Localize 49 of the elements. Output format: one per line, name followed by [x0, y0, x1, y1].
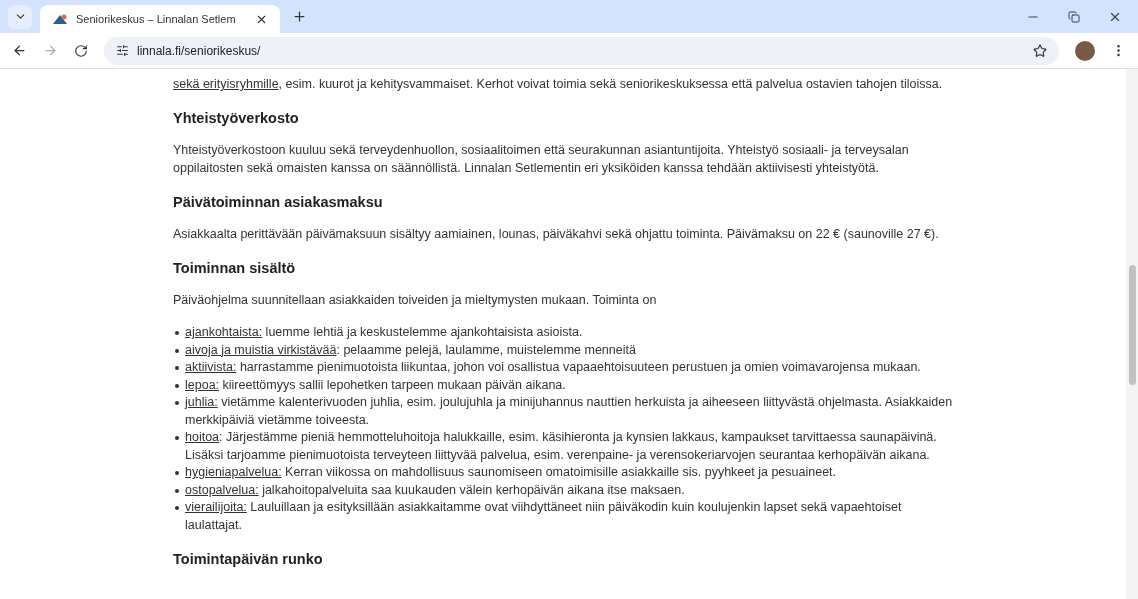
list-item-text: aivoja ja muistia virkistävää: pelaamme pelejä, laulamme, muistelemme menneitä — [185, 341, 636, 359]
new-tab-icon[interactable] — [292, 9, 307, 24]
list-item-text: hoitoa: Järjestämme pieniä hemmotteluhoitoja halukkaille, esim. käsihieronta ja kynsien lakkaus, kampaukset tarvittaessa saunapäivinä. Lisäksi tarjoamme pienimuotoista terveyteen liittyvää palvelua, esim. verenpaine- ja verensokeriarvojen seurantaa kerhopäivän aikana. — [185, 429, 938, 464]
bullet-icon — [175, 366, 179, 370]
site-logo-icon — [52, 13, 68, 25]
bullet-icon — [175, 348, 179, 353]
bookmark-star-icon[interactable] — [1033, 43, 1047, 58]
paragraph: Päiväohjelma suunnitellaan asiakkaiden toiveiden ja mieltymysten mukaan. Toiminta on — [173, 292, 658, 309]
list-item-text: aktiivista: harrastamme pienimuotoista liikuntaa, johon voi osallistua vapaaehtoisuuteen perustuen ja omien voimavarojensa mukaan. — [185, 359, 921, 376]
section-heading: Toimintapäivän runko — [173, 550, 324, 568]
bullet-icon — [175, 488, 179, 493]
list-item-text: ajankohtaista: luemme lehtiä ja keskustelemme ajankohtaisista asioista. — [185, 324, 583, 341]
bullet-icon — [175, 401, 179, 405]
bullet-icon — [175, 331, 179, 335]
browser-tab[interactable]: Seniorikeskus – Linnalan Setlem — [40, 5, 280, 33]
site-info-icon[interactable] — [116, 44, 129, 57]
scrollbar-thumb[interactable] — [1128, 265, 1136, 385]
address-bar[interactable]: linnala.fi/seniorikeskus/ — [104, 36, 1059, 65]
reload-icon[interactable] — [74, 43, 88, 58]
paragraph: Yhteistyöverkostoon kuuluu sekä terveydenhuollon, sosiaalitoimen että seurakunnan asiantuntijoita. Yhteistyö sosiaali- ja terveysalan oppilaitosten sekä omaisten kanssa on säännöllistä. Linnalan Setlementin eri yksiköiden kanssa tehdään aktiivisesti yhteistyötä. — [173, 142, 910, 177]
bullet-icon — [175, 506, 179, 510]
url-text: linnala.fi/seniorikeskus/ — [137, 42, 261, 60]
bullet-icon — [175, 383, 179, 388]
link[interactable]: lepoa: — [185, 377, 220, 392]
list-item-text: lepoa: kiireettömyys sallii lepohetken tarpeen mukaan päivän aikana. — [185, 376, 566, 394]
link[interactable]: vierailijoita: — [185, 500, 247, 514]
tab-title: Seniorikeskus – Linnalan Setlem — [76, 11, 237, 27]
bullet-icon — [175, 436, 179, 440]
link[interactable]: sekä erityisryhmille — [173, 77, 279, 91]
paragraph: Asiakkaalta perittävään päivämaksuun sisältyy aamiainen, lounas, päiväkahvi sekä ohjattu toiminta. Päivämaksu on 22 € (saunoville 27 €). — [173, 226, 940, 243]
section-heading: Toiminnan sisältö — [173, 259, 297, 277]
bullet-icon — [175, 471, 179, 475]
list-item-text: juhlia: vietämme kalenterivuoden juhlia, esim. joulujuhla ja minijuhannus nauttien herkuista ja aiheeseen liittyvästä ohjelmasta. Asiakkaiden merkkipäiviä vietämme toiveesta. — [185, 394, 954, 429]
section-heading: Yhteistyöverkosto — [173, 109, 300, 127]
paragraph: sekä erityisryhmille, esim. kuurot ja kehitysvammaiset. Kerhot voivat toimia sekä seniorikeskuksessa että palvelua ostavien tahojen tiloissa. — [173, 76, 944, 93]
tab-list-button[interactable] — [8, 4, 32, 29]
link[interactable]: ajankohtaista: — [185, 325, 263, 339]
list-item-text: vierailijoita: Lauluillaan ja esityksillään asiakkaitamme ovat viihdyttäneet niin päiväkodin kuin koulujenkin lapset sekä vapaehtoiset laulattajat. — [185, 499, 903, 534]
restore-icon[interactable] — [1068, 10, 1080, 23]
link[interactable]: hygieniapalvelua: — [185, 465, 282, 479]
list-item-text: ostopalvelua: jalkahoitopalveluita saa kuukauden välein kerhopäivän aikana itse maksaen. — [185, 481, 685, 499]
link[interactable]: juhlia: — [185, 395, 218, 409]
section-heading: Päivätoiminnan asiakasmaksu — [173, 193, 384, 211]
scrollbar[interactable] — [1126, 69, 1138, 599]
profile-avatar[interactable] — [1075, 40, 1095, 61]
back-icon[interactable] — [12, 43, 27, 58]
link[interactable]: ostopalvelua: — [185, 482, 259, 497]
list-item-text: hygieniapalvelua: Kerran viikossa on mahdollisuus saunomiseen omatoimisille asiakkaille sis. pyyhkeet ja pesuaineet. — [185, 464, 837, 481]
link[interactable]: aktiivista: — [185, 360, 237, 374]
